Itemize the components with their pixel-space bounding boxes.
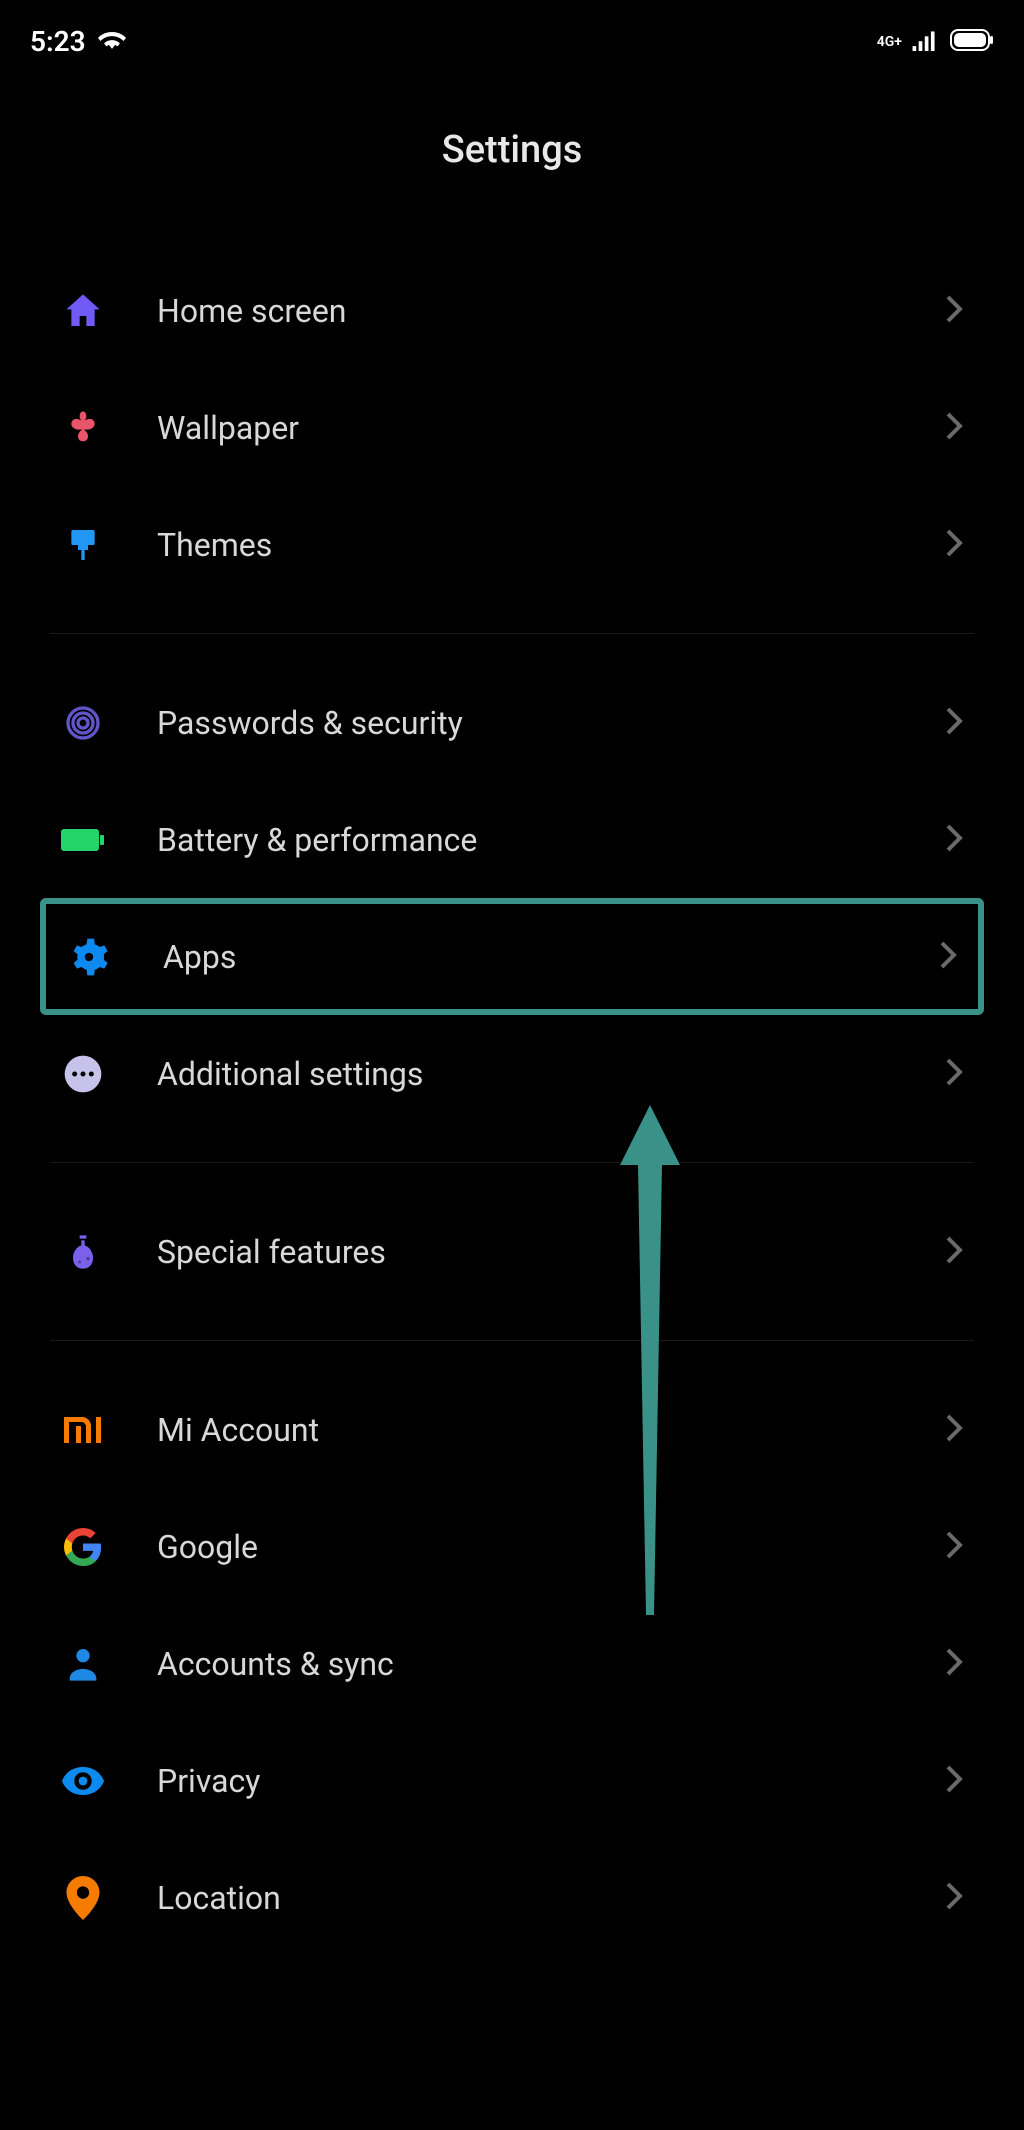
signal-icon	[912, 25, 940, 58]
divider	[50, 1340, 974, 1341]
chevron-right-icon	[944, 1529, 964, 1565]
settings-item-passwords-security[interactable]: Passwords & security	[50, 664, 974, 781]
settings-item-additional-settings[interactable]: Additional settings	[50, 1015, 974, 1132]
page-title: Settings	[0, 68, 1024, 252]
eye-icon	[60, 1758, 105, 1803]
chevron-right-icon	[938, 939, 958, 975]
settings-item-wallpaper[interactable]: Wallpaper	[50, 369, 974, 486]
chevron-right-icon	[944, 1234, 964, 1270]
status-time: 5:23	[30, 25, 86, 58]
wifi-icon	[98, 25, 126, 58]
brush-icon	[60, 522, 105, 567]
chevron-right-icon	[944, 822, 964, 858]
settings-item-label: Apps	[163, 938, 938, 976]
divider	[50, 633, 974, 634]
status-right: 4G+	[877, 25, 994, 58]
chevron-right-icon	[944, 1056, 964, 1092]
settings-item-accounts-sync[interactable]: Accounts & sync	[50, 1605, 974, 1722]
settings-item-label: Home screen	[157, 292, 944, 330]
person-icon	[60, 1641, 105, 1686]
settings-item-location[interactable]: Location	[50, 1839, 974, 1956]
fingerprint-icon	[60, 700, 105, 745]
settings-item-home-screen[interactable]: Home screen	[50, 252, 974, 369]
settings-item-privacy[interactable]: Privacy	[50, 1722, 974, 1839]
settings-item-battery-performance[interactable]: Battery & performance	[50, 781, 974, 898]
settings-list: Home screen Wallpaper Themes Passwords &…	[0, 252, 1024, 1956]
flower-icon	[60, 405, 105, 450]
chevron-right-icon	[944, 1646, 964, 1682]
settings-item-label: Accounts & sync	[157, 1645, 944, 1683]
battery-icon	[950, 25, 994, 58]
settings-item-label: Passwords & security	[157, 704, 944, 742]
settings-item-label: Privacy	[157, 1762, 944, 1800]
settings-item-special-features[interactable]: Special features	[50, 1193, 974, 1310]
settings-item-apps[interactable]: Apps	[40, 898, 984, 1015]
status-bar: 5:23 4G+	[0, 0, 1024, 68]
settings-item-label: Google	[157, 1528, 944, 1566]
pin-icon	[60, 1875, 105, 1920]
google-icon	[60, 1524, 105, 1569]
battery-icon	[60, 817, 105, 862]
settings-item-label: Location	[157, 1879, 944, 1917]
settings-item-label: Mi Account	[157, 1411, 944, 1449]
chevron-right-icon	[944, 527, 964, 563]
settings-item-label: Themes	[157, 526, 944, 564]
flask-icon	[60, 1229, 105, 1274]
chevron-right-icon	[944, 1880, 964, 1916]
more-icon	[60, 1051, 105, 1096]
gear-icon	[66, 934, 111, 979]
settings-item-label: Additional settings	[157, 1055, 944, 1093]
settings-item-mi-account[interactable]: Mi Account	[50, 1371, 974, 1488]
mi-icon	[60, 1407, 105, 1452]
settings-item-label: Wallpaper	[157, 409, 944, 447]
settings-item-themes[interactable]: Themes	[50, 486, 974, 603]
settings-item-label: Battery & performance	[157, 821, 944, 859]
chevron-right-icon	[944, 410, 964, 446]
divider	[50, 1162, 974, 1163]
chevron-right-icon	[944, 293, 964, 329]
settings-item-label: Special features	[157, 1233, 944, 1271]
chevron-right-icon	[944, 705, 964, 741]
status-left: 5:23	[30, 25, 126, 58]
chevron-right-icon	[944, 1763, 964, 1799]
home-icon	[60, 288, 105, 333]
settings-item-google[interactable]: Google	[50, 1488, 974, 1605]
network-type-label: 4G+	[877, 35, 902, 49]
chevron-right-icon	[944, 1412, 964, 1448]
